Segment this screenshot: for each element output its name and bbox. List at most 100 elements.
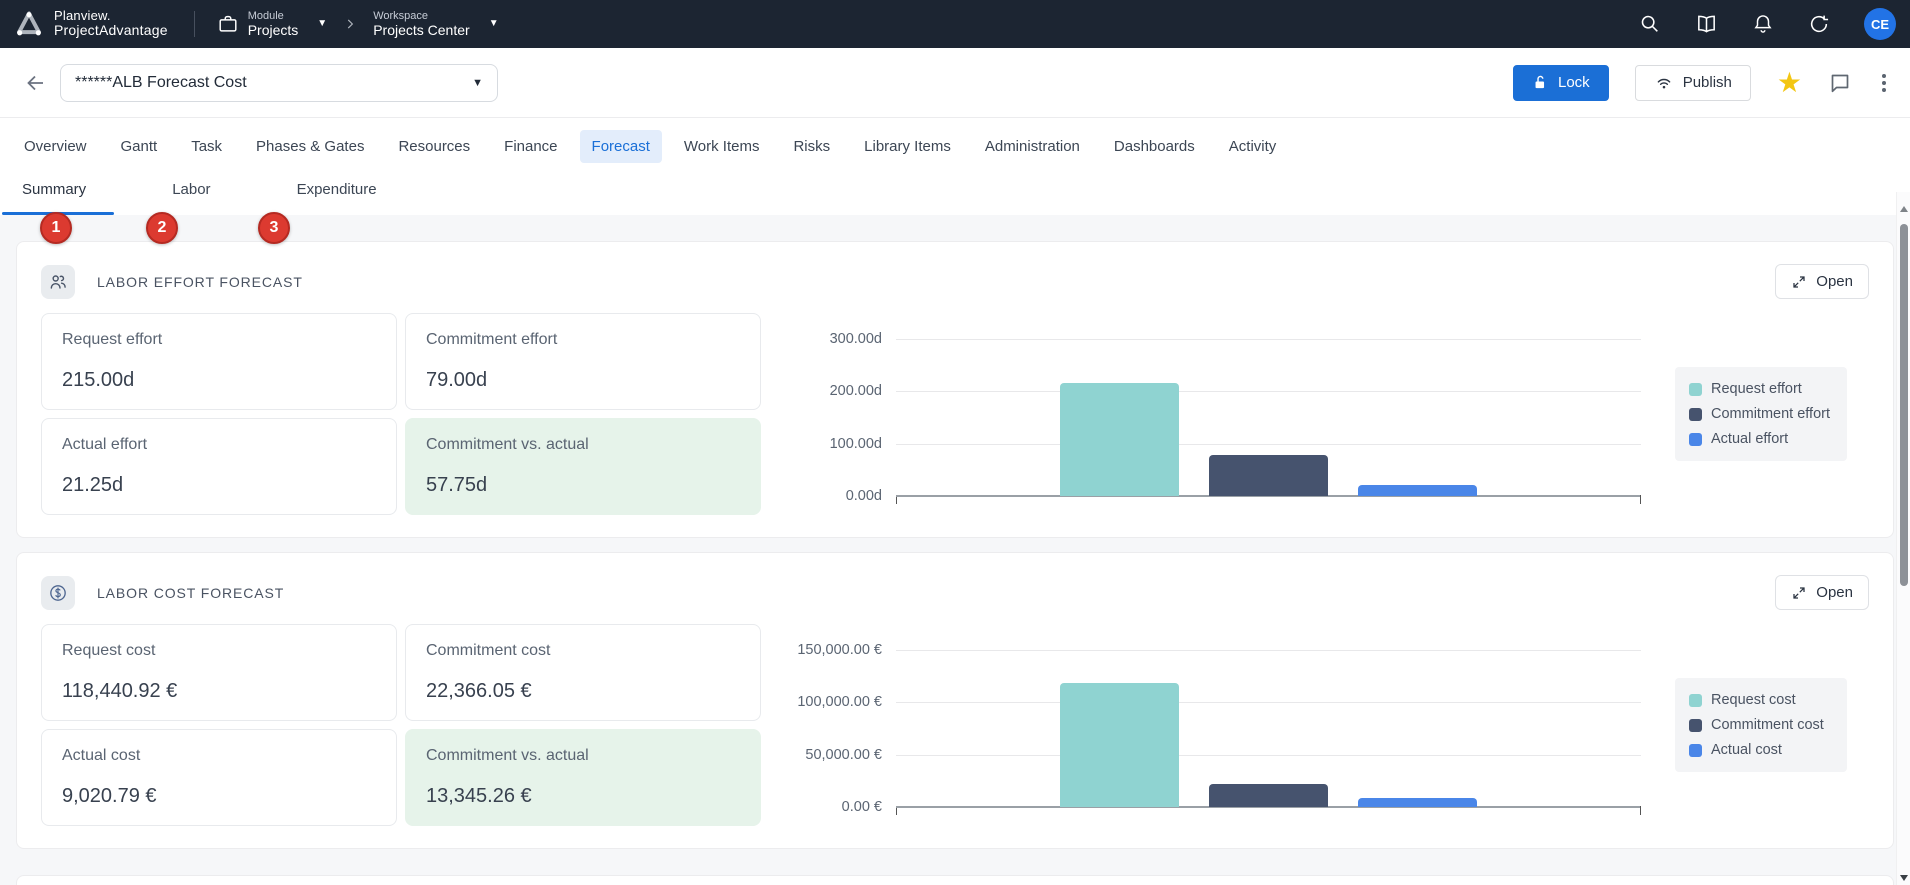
back-arrow-icon[interactable] — [24, 71, 48, 95]
legend-item: Actual cost — [1689, 742, 1833, 758]
tab-administration[interactable]: Administration — [973, 130, 1092, 163]
legend-item: Request effort — [1689, 381, 1833, 397]
annotation-badge-3: 3 — [258, 212, 290, 244]
legend-color-chip — [1689, 433, 1702, 446]
tab-forecast[interactable]: Forecast — [580, 130, 662, 163]
chart-plot-area: 300.00d200.00d100.00d0.00d — [896, 339, 1641, 496]
open-labor-cost-button[interactable]: Open — [1775, 575, 1869, 610]
tab-dashboards[interactable]: Dashboards — [1102, 130, 1207, 163]
search-icon[interactable] — [1639, 13, 1661, 35]
legend-item: Commitment cost — [1689, 717, 1833, 733]
y-axis-tick-label: 150,000.00 € — [752, 642, 882, 658]
publish-button[interactable]: Publish — [1635, 65, 1751, 101]
unlock-icon — [1532, 74, 1549, 91]
tab-library-items[interactable]: Library Items — [852, 130, 963, 163]
tab-work-items[interactable]: Work Items — [672, 130, 772, 163]
lock-button[interactable]: Lock — [1513, 65, 1609, 101]
chevron-down-icon: ▼ — [472, 77, 483, 89]
legend-item: Commitment effort — [1689, 406, 1833, 422]
metric-card-request-cost: Request cost 118,440.92 € — [41, 624, 397, 721]
subtab-summary[interactable]: Summary — [8, 175, 100, 215]
labor-cost-bar-chart: 150,000.00 €100,000.00 €50,000.00 €0.00 … — [761, 624, 1869, 826]
dollar-icon — [41, 576, 75, 610]
legend-color-chip — [1689, 694, 1702, 707]
metric-card-commitment-vs-actual-effort: Commitment vs. actual 57.75d — [405, 418, 761, 515]
chart-plot-area: 150,000.00 €100,000.00 €50,000.00 €0.00 … — [896, 650, 1641, 807]
expand-icon — [1791, 274, 1807, 290]
legend-item: Request cost — [1689, 692, 1833, 708]
metric-card-commitment-cost: Commitment cost 22,366.05 € — [405, 624, 761, 721]
bar-actual-effort — [1358, 485, 1477, 496]
tab-overview[interactable]: Overview — [12, 130, 99, 163]
chart-legend: Request effortCommitment effortActual ef… — [1675, 367, 1847, 461]
top-navigation-bar: Planview. ProjectAdvantage Module Projec… — [0, 0, 1910, 48]
broadcast-icon — [1654, 74, 1674, 92]
notifications-bell-icon[interactable] — [1752, 13, 1774, 35]
item-title-dropdown[interactable]: ******ALB Forecast Cost ▼ — [60, 64, 498, 102]
breadcrumb-chevron-icon — [343, 17, 357, 31]
labor-effort-bar-chart: 300.00d200.00d100.00d0.00d Request effor… — [761, 313, 1869, 515]
more-options-kebab-icon[interactable] — [1878, 70, 1890, 96]
workspace-selector[interactable]: Workspace Projects Center ▼ — [373, 10, 498, 39]
bar-commitment-cost — [1209, 784, 1328, 807]
bar-commitment-effort — [1209, 455, 1328, 496]
documentation-book-icon[interactable] — [1695, 13, 1718, 36]
comment-icon[interactable] — [1828, 71, 1852, 95]
legend-color-chip — [1689, 408, 1702, 421]
y-axis-tick-label: 100,000.00 € — [752, 694, 882, 710]
module-label: Module — [248, 10, 299, 23]
main-tab-bar: Overview Gantt Task Phases & Gates Resou… — [0, 118, 1910, 175]
annotation-badge-2: 2 — [146, 212, 178, 244]
divider — [194, 11, 195, 37]
y-axis-tick-label: 100.00d — [752, 436, 882, 452]
metric-card-commitment-vs-actual-cost: Commitment vs. actual 13,345.26 € — [405, 729, 761, 826]
vertical-scrollbar[interactable] — [1896, 192, 1910, 885]
tab-finance[interactable]: Finance — [492, 130, 569, 163]
effort-metric-cards: Request effort 215.00d Commitment effort… — [41, 313, 761, 515]
item-toolbar: ******ALB Forecast Cost ▼ Lock Publish ★ — [0, 48, 1910, 118]
y-axis-tick-label: 200.00d — [752, 383, 882, 399]
labor-effort-forecast-section: LABOR EFFORT FORECAST Open Request effor… — [16, 241, 1894, 538]
forecast-summary-content: LABOR EFFORT FORECAST Open Request effor… — [0, 215, 1910, 885]
y-axis-tick-label: 0.00 € — [752, 799, 882, 815]
y-axis-tick-label: 0.00d — [752, 488, 882, 504]
scrollbar-thumb[interactable] — [1900, 224, 1908, 586]
tab-task[interactable]: Task — [179, 130, 234, 163]
metric-card-request-effort: Request effort 215.00d — [41, 313, 397, 410]
scrollbar-up-arrow[interactable] — [1900, 206, 1908, 212]
chart-legend: Request cost Commitment cost Actual cost — [1675, 678, 1847, 772]
subtab-labor[interactable]: Labor — [158, 175, 224, 215]
annotation-badge-1: 1 — [40, 212, 72, 244]
forecast-subtab-bar: Summary Labor Expenditure 1 2 3 — [0, 175, 1910, 215]
chevron-down-icon: ▼ — [317, 18, 327, 29]
refresh-icon[interactable] — [1808, 13, 1830, 35]
subtab-expenditure[interactable]: Expenditure — [283, 175, 391, 215]
cost-metric-cards: Request cost 118,440.92 € Commitment cos… — [41, 624, 761, 826]
workspace-value: Projects Center — [373, 22, 469, 38]
legend-color-chip — [1689, 744, 1702, 757]
tab-activity[interactable]: Activity — [1217, 130, 1289, 163]
brand-name: Planview. ProjectAdvantage — [54, 9, 168, 39]
user-avatar[interactable]: CE — [1864, 8, 1896, 40]
open-labor-effort-button[interactable]: Open — [1775, 264, 1869, 299]
favorite-star-icon[interactable]: ★ — [1777, 69, 1802, 97]
bar-request-cost — [1060, 683, 1179, 807]
y-axis-tick-label: 50,000.00 € — [752, 747, 882, 763]
metric-card-commitment-effort: Commitment effort 79.00d — [405, 313, 761, 410]
tab-phases-gates[interactable]: Phases & Gates — [244, 130, 376, 163]
planview-triangle-logo-icon — [14, 10, 44, 38]
section-title: LABOR COST FORECAST — [97, 585, 284, 601]
module-selector[interactable]: Module Projects ▼ — [217, 10, 327, 39]
item-title: ******ALB Forecast Cost — [75, 74, 247, 92]
chevron-down-icon: ▼ — [489, 18, 499, 29]
scrollbar-down-arrow[interactable] — [1900, 875, 1908, 881]
expand-icon — [1791, 585, 1807, 601]
workspace-label: Workspace — [373, 10, 469, 23]
module-value: Projects — [248, 22, 299, 38]
people-icon — [41, 265, 75, 299]
labor-cost-forecast-section: LABOR COST FORECAST Open Request cost 11… — [16, 552, 1894, 849]
tab-risks[interactable]: Risks — [781, 130, 842, 163]
legend-color-chip — [1689, 719, 1702, 732]
tab-resources[interactable]: Resources — [386, 130, 482, 163]
tab-gantt[interactable]: Gantt — [109, 130, 170, 163]
